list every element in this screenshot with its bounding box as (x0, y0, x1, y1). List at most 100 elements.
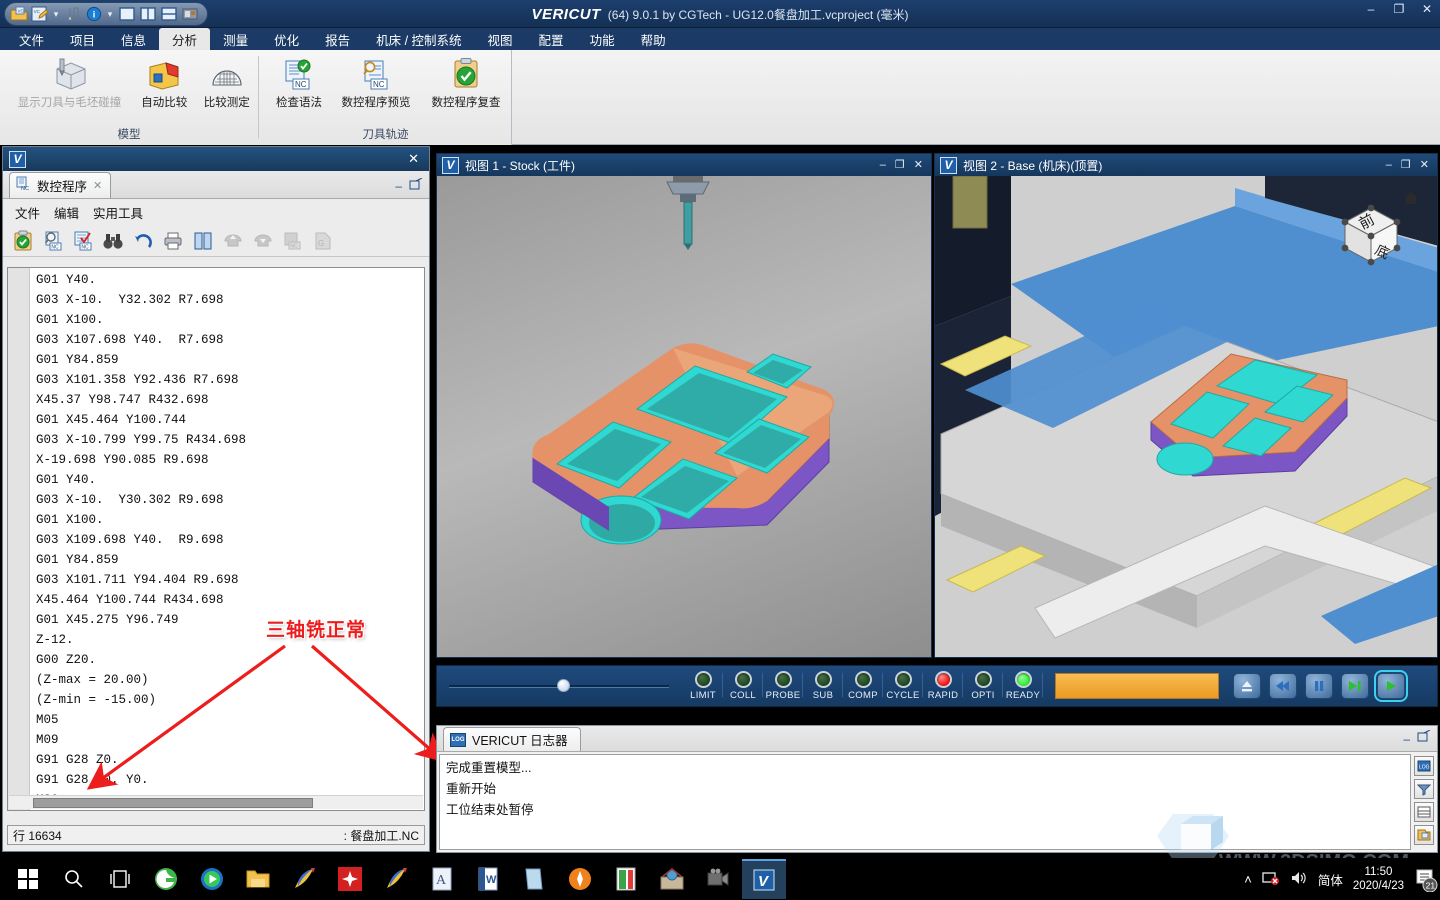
network-error-icon[interactable] (1262, 870, 1280, 889)
nc-minimize-button[interactable]: – (395, 179, 402, 193)
media-player-icon[interactable] (190, 859, 234, 899)
view-1-minimize-button[interactable]: – (880, 160, 886, 171)
tray-expand-icon[interactable]: ˄ (1244, 872, 1252, 887)
speed-slider[interactable] (449, 678, 669, 694)
reset-button[interactable] (1233, 673, 1261, 699)
rewind-button[interactable] (1269, 673, 1297, 699)
two-row-layout-icon[interactable] (159, 5, 178, 24)
menu-item-view[interactable]: 视图 (475, 28, 526, 50)
volume-icon[interactable] (1290, 870, 1308, 889)
info-dropdown-chevron-icon[interactable]: ▾ (105, 9, 115, 20)
browser-orange-icon[interactable] (558, 859, 602, 899)
menu-item-features[interactable]: 功能 (577, 28, 628, 50)
info-icon[interactable]: i (84, 5, 103, 24)
nc-menu-file[interactable]: 文件 (15, 203, 40, 222)
status-lamp-ready[interactable]: READY (1003, 671, 1043, 701)
menu-item-info[interactable]: 信息 (108, 28, 159, 50)
log-minimize-button[interactable]: – (1403, 732, 1410, 746)
nc-menu-edit[interactable]: 编辑 (54, 203, 79, 222)
menu-item-optimize[interactable]: 优化 (261, 28, 312, 50)
menu-item-measure[interactable]: 测量 (210, 28, 261, 50)
tool-manager-icon[interactable] (63, 5, 82, 24)
taskbar-clock[interactable]: 11:50 2020/4/23 (1353, 865, 1404, 893)
view-2-canvas[interactable]: 前 底 (935, 176, 1437, 657)
nc-scroll-thumb[interactable] (33, 798, 313, 808)
search-icon[interactable] (52, 859, 96, 899)
menu-item-report[interactable]: 报告 (312, 28, 363, 50)
log-table-icon[interactable] (1414, 802, 1434, 822)
tab-nc-program[interactable]: NC 数控程序 ✕ (9, 172, 112, 198)
auto-compare-button[interactable]: 自动比较 (133, 56, 196, 110)
view-1-close-button[interactable]: ✕ (914, 160, 923, 171)
compare-measure-button[interactable]: 比较测定 (196, 56, 259, 110)
menu-item-machine-control[interactable]: 机床 / 控制系统 (363, 28, 474, 50)
nc-search-icon[interactable]: NC (41, 229, 65, 253)
start-icon[interactable] (6, 859, 50, 899)
word-icon[interactable]: W (466, 859, 510, 899)
app-red-icon[interactable] (328, 859, 372, 899)
view-2-close-button[interactable]: ✕ (1420, 160, 1429, 171)
log-float-button[interactable] (1417, 729, 1431, 748)
play-button[interactable] (1374, 670, 1408, 702)
status-lamp-limit[interactable]: LIMIT (683, 671, 723, 701)
save-dropdown-chevron-icon[interactable]: ▾ (51, 9, 61, 20)
two-column-layout-icon[interactable] (138, 5, 157, 24)
menu-item-configure[interactable]: 配置 (526, 28, 577, 50)
menu-item-analysis[interactable]: 分析 (159, 28, 211, 50)
undo-icon[interactable] (131, 229, 155, 253)
ime-indicator[interactable]: 简体 (1318, 870, 1343, 889)
machine-view-icon[interactable] (180, 5, 199, 24)
maximize-button[interactable]: ❐ (1392, 3, 1406, 15)
binoculars-icon[interactable] (101, 229, 125, 253)
quick-access-toolbar[interactable]: VC VC ▾ i ▾ (4, 2, 208, 26)
close-button[interactable]: ✕ (1420, 3, 1434, 15)
log-filter-icon[interactable] (1414, 779, 1434, 799)
open-project-icon[interactable]: VC (9, 5, 28, 24)
pause-button[interactable] (1305, 673, 1333, 699)
nc-code-editor[interactable]: ⇒ G01 Y40. G03 X-10. Y32.302 R7.698 G01 X1… (7, 267, 425, 811)
menu-item-file[interactable]: 文件 (6, 28, 57, 50)
nc-preview-button[interactable]: NC 数控程序预览 (331, 56, 421, 110)
notes-icon[interactable] (512, 859, 556, 899)
status-lamp-opti[interactable]: OPTI (963, 671, 1003, 701)
menu-item-project[interactable]: 项目 (57, 28, 108, 50)
log-view-icon[interactable]: LOG (1414, 756, 1434, 776)
view-1-maximize-button[interactable]: ❐ (895, 160, 905, 171)
minimize-button[interactable]: – (1364, 3, 1378, 15)
notification-badge[interactable]: 21 (1414, 868, 1438, 893)
task-view-icon[interactable] (98, 859, 142, 899)
status-lamp-comp[interactable]: COMP (843, 671, 883, 701)
tab-vericut-log[interactable]: LOG VERICUT 日志器 (443, 727, 581, 751)
clipboard-check-icon[interactable] (11, 229, 35, 253)
split-view-icon[interactable] (191, 229, 215, 253)
skype-icon[interactable] (282, 859, 326, 899)
nc-program-tab-close-icon[interactable]: ✕ (93, 179, 102, 192)
skype2-icon[interactable] (374, 859, 418, 899)
view-cube[interactable]: 前 底 (1333, 184, 1429, 270)
view-2-minimize-button[interactable]: – (1386, 160, 1392, 171)
vericut-taskbar-icon[interactable]: V (742, 859, 786, 899)
nc-window-close-button[interactable]: ✕ (408, 151, 423, 167)
pdf-icon[interactable] (604, 859, 648, 899)
camera-icon[interactable] (696, 859, 740, 899)
menu-item-help[interactable]: 帮助 (628, 28, 679, 50)
show-tool-stock-collision-button[interactable]: 显示刀具与毛坯碰撞 (6, 56, 133, 110)
nc-review-button[interactable]: 数控程序复查 (421, 56, 511, 110)
single-view-layout-icon[interactable] (117, 5, 136, 24)
nc-menu-utilities[interactable]: 实用工具 (93, 203, 143, 222)
status-lamp-sub[interactable]: SUB (803, 671, 843, 701)
save-project-icon[interactable]: VC (30, 5, 49, 24)
log-message-list[interactable]: 完成重置模型... 重新开始 工位结束处暂停 (439, 754, 1411, 850)
browser-360-icon[interactable] (144, 859, 188, 899)
log-window-icon[interactable] (1414, 825, 1434, 845)
nc-horizontal-scrollbar[interactable] (9, 795, 423, 809)
status-lamp-cycle[interactable]: CYCLE (883, 671, 923, 701)
nc-float-button[interactable] (409, 177, 423, 194)
network-icon[interactable] (650, 859, 694, 899)
status-lamp-rapid[interactable]: RAPID (923, 671, 963, 701)
syntax-check-button[interactable]: NC 检查语法 (267, 56, 331, 110)
speed-slider-handle[interactable] (557, 679, 570, 692)
step-button[interactable] (1341, 673, 1369, 699)
view-2-maximize-button[interactable]: ❐ (1401, 160, 1411, 171)
nc-edit-check-icon[interactable]: NC (71, 229, 95, 253)
